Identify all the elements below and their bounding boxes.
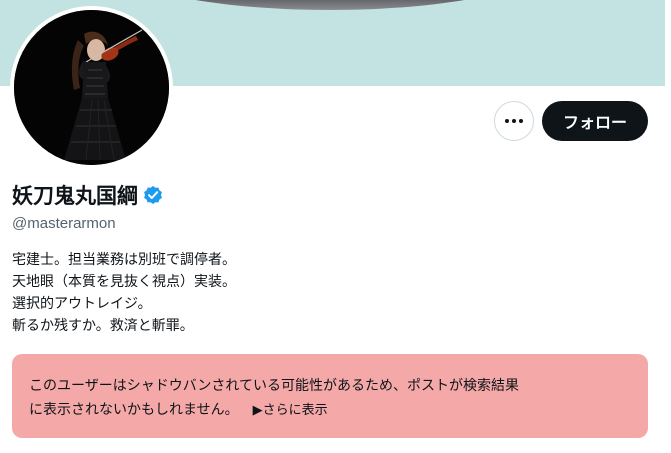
profile-handle: @masterarmon [12, 215, 116, 232]
name-row: 妖刀鬼丸国綱 [12, 180, 163, 210]
page-edge [665, 0, 671, 453]
shadowban-notice: このユーザーはシャドウバンされている可能性があるため、ポストが検索結果 に表示さ… [12, 354, 648, 438]
bio-line: 選択的アウトレイジ。 [12, 296, 152, 312]
avatar[interactable] [10, 6, 173, 169]
follow-button[interactable]: フォロー [542, 101, 648, 141]
banner-image [110, 0, 550, 10]
notice-text-line-2-text: に表示されないかもしれません。 [29, 402, 239, 418]
more-button[interactable] [494, 101, 534, 141]
bio-line: 斬るか残すか。救済と斬罪。 [12, 318, 194, 334]
verified-badge-icon[interactable] [143, 185, 163, 205]
notice-text-line-1: このユーザーはシャドウバンされている可能性があるため、ポストが検索結果 [29, 378, 519, 394]
avatar-image [14, 10, 169, 165]
profile-page: フォロー 妖刀鬼丸国綱 @masterarmon 宅建士。担当業務は別班で調停者… [0, 0, 671, 453]
bio-line: 宅建士。担当業務は別班で調停者。 [12, 252, 236, 268]
more-dots-icon [505, 119, 523, 123]
profile-bio: 宅建士。担当業務は別班で調停者。 天地眼（本質を見抜く視点）実装。 選択的アウト… [12, 249, 236, 337]
notice-text-line-2: に表示されないかもしれません。 ▶さらに表示 [29, 398, 630, 423]
display-name: 妖刀鬼丸国綱 [12, 184, 138, 208]
bio-line: 天地眼（本質を見抜く視点）実装。 [12, 274, 236, 290]
show-more-link[interactable]: ▶さらに表示 [253, 403, 328, 418]
